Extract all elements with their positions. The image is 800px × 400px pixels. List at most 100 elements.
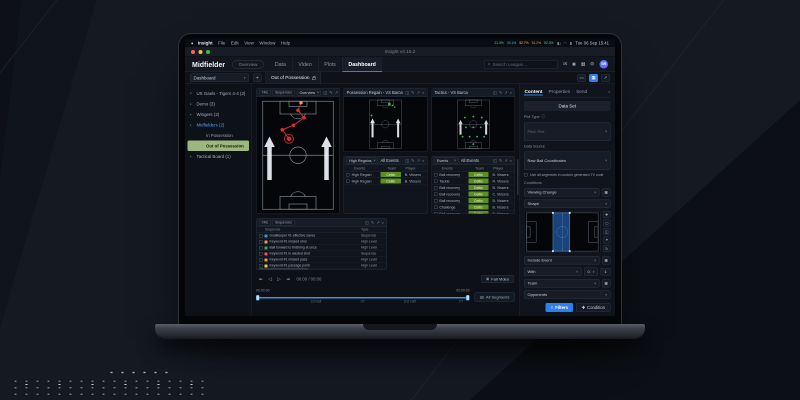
menu-item[interactable]: Insight [198, 41, 213, 46]
team-select[interactable]: Team ▾ [524, 279, 600, 288]
overlay-icon[interactable]: ◫ [365, 220, 369, 225]
regains-filter-select[interactable]: High Regains ▾ [346, 157, 378, 164]
notifications-icon[interactable]: ✉ [563, 62, 567, 68]
all-segments-button[interactable]: ▤ All Segments [474, 292, 515, 302]
overlay-icon[interactable]: ◫ [324, 90, 328, 95]
minimize-window-button[interactable] [198, 50, 203, 54]
timeline-start-handle[interactable] [256, 295, 260, 301]
search-box[interactable]: ⌕ [484, 59, 559, 69]
row-checkbox[interactable] [433, 179, 438, 183]
close-icon[interactable]: × [510, 158, 512, 163]
row-checkbox[interactable] [433, 211, 438, 214]
row-checkbox[interactable] [433, 198, 438, 203]
apple-menu-icon[interactable]: ● [191, 41, 193, 46]
sidebar-item[interactable]: ▾ US Gaels - Tigers 4-4 (2) [188, 88, 250, 99]
remove-team-button[interactable]: ▣ [602, 279, 611, 288]
table-row[interactable]: High Regain Celtic B. Vissers [344, 178, 427, 185]
panel-mode-tab[interactable]: Sequences [272, 219, 295, 226]
sidebar-item[interactable]: ▸ Tactical Board (1) [188, 151, 250, 162]
tree-caret-icon[interactable]: ▸ [190, 112, 194, 117]
popout-icon[interactable]: ↗ [417, 90, 420, 95]
pitch-canvas[interactable] [344, 97, 427, 152]
data-source-select[interactable]: Raw Ball Coordinates ▾ [524, 151, 611, 170]
overlay-icon[interactable]: ◫ [493, 158, 497, 163]
sidebar-item[interactable]: ▸ Demo (3) [188, 99, 250, 110]
apps-grid-icon[interactable]: ▦ [581, 62, 586, 68]
count-input[interactable]: 1 [600, 268, 611, 276]
vertical-scrollbar[interactable] [517, 159, 519, 195]
panel-mode-tab[interactable]: Sequences [272, 89, 295, 96]
sidebar-item[interactable]: In Possession [188, 130, 250, 141]
pitch-canvas[interactable] [256, 97, 340, 214]
table-row[interactable]: Ball recovery Celtic B. Vissers [432, 211, 515, 214]
remove-include-button[interactable]: ▣ [602, 256, 611, 265]
overlay-icon[interactable]: ◫ [406, 158, 410, 163]
popout-icon[interactable]: ↗ [504, 158, 507, 163]
menu-item[interactable]: File [218, 41, 225, 46]
pitch-canvas[interactable] [431, 97, 515, 152]
segments-checkbox[interactable] [524, 172, 528, 177]
filters-button[interactable]: ≡ Filters [545, 303, 573, 312]
monitor-icon[interactable]: ▭ [577, 73, 586, 82]
panel-mode-tab[interactable]: XML [259, 89, 271, 96]
sidebar-item[interactable]: ▸ Midfielders (2) [188, 120, 250, 131]
pitch-view-select[interactable]: Overview ▾ [297, 89, 321, 96]
zone-mode-select[interactable]: Viewing Change ▾ [524, 188, 600, 197]
popout-icon[interactable]: ↗ [601, 73, 610, 82]
inspector-tab[interactable]: Properties [548, 88, 571, 96]
row-checkbox[interactable] [433, 205, 438, 209]
shape-select[interactable]: Shape ▾ [524, 199, 611, 208]
play-button[interactable]: ▷ [275, 275, 283, 283]
timeline-track[interactable] [257, 297, 469, 299]
close-icon[interactable]: × [510, 90, 512, 95]
full-video-button[interactable]: ▣ Full Video [480, 275, 514, 283]
edit-icon[interactable]: ✎ [329, 90, 332, 95]
control-center-icon[interactable]: ◧ [557, 41, 561, 46]
close-icon[interactable]: × [382, 220, 384, 225]
timeline-end-handle[interactable] [466, 295, 470, 301]
search-input[interactable] [492, 61, 555, 67]
profile-icon[interactable]: ◉ [572, 62, 576, 68]
nav-tab[interactable]: Video [291, 56, 318, 72]
edit-icon[interactable]: ✎ [499, 90, 502, 95]
settings-gear-icon[interactable]: ⚙ [590, 62, 594, 68]
data-set-section-header[interactable]: Data Set [524, 101, 611, 111]
add-zone-icon[interactable]: ✚ [603, 211, 611, 218]
tree-caret-icon[interactable]: ▸ [190, 154, 194, 159]
zoom-window-button[interactable] [206, 50, 210, 54]
row-checkbox[interactable] [259, 264, 263, 268]
popout-icon[interactable]: ↗ [504, 90, 507, 95]
tree-caret-icon[interactable]: ▸ [190, 102, 194, 106]
selected-zone[interactable] [552, 211, 571, 253]
with-select[interactable]: With ▾ [524, 267, 582, 276]
overlay-icon[interactable]: ◫ [406, 90, 410, 95]
row-checkbox[interactable] [259, 234, 263, 238]
row-checkbox[interactable] [346, 172, 350, 177]
edit-icon[interactable]: ✎ [411, 90, 414, 95]
row-checkbox[interactable] [259, 252, 263, 256]
menu-item[interactable]: Help [281, 41, 290, 46]
timeline[interactable]: 00:00:00 00:00:00 1st Half HT 2nd Half FT [256, 288, 470, 308]
popout-icon[interactable]: ↗ [335, 90, 338, 95]
edit-icon[interactable]: ✎ [371, 220, 374, 225]
reset-icon[interactable]: ↻ [603, 245, 611, 252]
with-count-select[interactable]: 00 ▾ [584, 267, 598, 276]
row-checkbox[interactable] [346, 179, 350, 183]
add-condition-button[interactable]: ✚ Condition [575, 303, 611, 312]
tree-caret-icon[interactable]: ▸ [190, 123, 194, 127]
inspector-tab[interactable]: Send [576, 88, 588, 96]
include-event-select[interactable]: Include Event ▾ [524, 256, 600, 265]
step-back-button[interactable]: ◁ [266, 275, 274, 283]
edit-icon[interactable]: ✎ [499, 158, 502, 163]
wifi-icon[interactable]: ◠ [564, 41, 567, 46]
plot-type-select[interactable]: Pitch Plot ▾ [524, 122, 611, 141]
tree-caret-icon[interactable]: ▾ [190, 91, 194, 96]
row-checkbox[interactable] [433, 172, 438, 177]
row-checkbox[interactable] [433, 192, 438, 196]
inspector-tab[interactable]: Content [524, 88, 543, 96]
close-icon[interactable]: × [422, 158, 424, 163]
add-dashboard-button[interactable]: + [253, 73, 262, 82]
dashboard-select[interactable]: Dashboard ▾ [190, 73, 249, 82]
target-icon[interactable]: ⌖ [603, 236, 611, 244]
current-dashboard-tab[interactable]: Out of Possession [265, 72, 322, 84]
